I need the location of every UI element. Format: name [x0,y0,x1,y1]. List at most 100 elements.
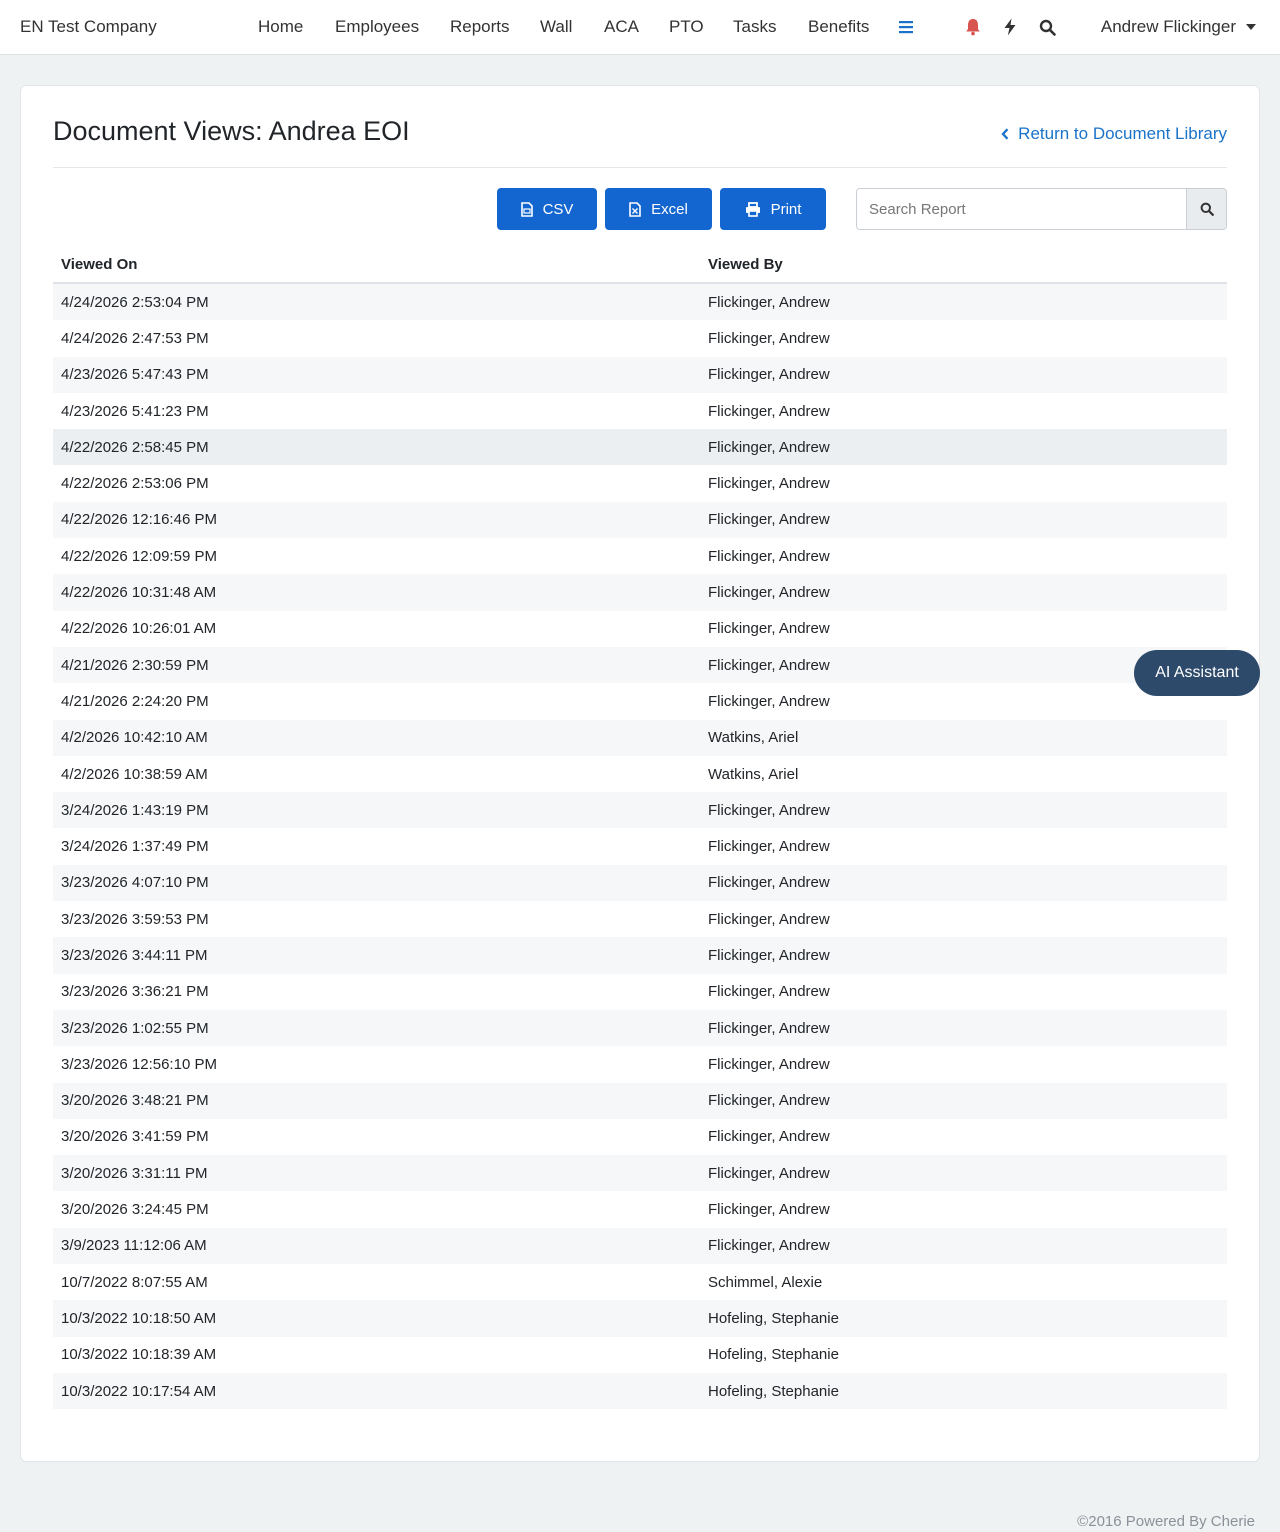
viewed-on-cell: 3/20/2026 3:31:11 PM [61,1164,208,1182]
table-row: 4/22/2026 12:16:46 PM Flickinger, Andrew [53,501,1227,539]
title-divider [53,167,1227,168]
viewed-on-cell: 4/2/2026 10:42:10 AM [61,729,208,747]
viewed-by-cell: Flickinger, Andrew [708,1237,830,1255]
table-row: 3/23/2026 12:56:10 PM Flickinger, Andrew [53,1046,1227,1082]
viewed-on-cell: 4/22/2026 10:26:01 AM [61,620,217,638]
header-viewed-by[interactable]: Viewed By [700,256,1227,273]
viewed-on-cell: 4/23/2026 5:47:43 PM [61,366,209,384]
viewed-on-cell: 3/20/2026 3:41:59 PM [61,1128,209,1146]
table-row: 3/23/2026 4:07:10 PM Flickinger, Andrew [53,864,1227,902]
viewed-on-cell: 3/23/2026 1:02:55 PM [61,1019,209,1037]
nav-benefits[interactable]: Benefits [808,17,869,37]
table-row: 3/20/2026 3:41:59 PM Flickinger, Andrew [53,1119,1227,1155]
file-csv-icon [520,201,533,217]
viewed-by-cell: Flickinger, Andrew [708,438,830,456]
user-menu[interactable]: Andrew Flickinger [1101,17,1256,37]
viewed-by-cell: Flickinger, Andrew [708,620,830,638]
table-row: 10/3/2022 10:17:54 AM Hofeling, Stephanie [53,1372,1227,1410]
table-row: 3/20/2026 3:31:11 PM Flickinger, Andrew [53,1155,1227,1192]
table-row: 3/23/2026 1:02:55 PM Flickinger, Andrew [53,1009,1227,1047]
table-row: 4/24/2026 2:47:53 PM Flickinger, Andrew [53,320,1227,356]
table-row: 10/3/2022 10:18:50 AM Hofeling, Stephanie [53,1300,1227,1337]
table-row: 4/22/2026 10:26:01 AM Flickinger, Andrew [53,611,1227,647]
document-views-table: Viewed On Viewed By 4/24/2026 2:53:04 PM… [53,246,1227,1410]
viewed-by-cell: Flickinger, Andrew [708,475,830,493]
viewed-by-cell: Flickinger, Andrew [708,1128,830,1146]
viewed-on-cell: 3/23/2026 4:07:10 PM [61,874,209,892]
print-icon [745,201,760,217]
search-icon [1200,202,1214,216]
viewed-by-cell: Flickinger, Andrew [708,402,830,420]
table-row: 3/9/2023 11:12:06 AM Flickinger, Andrew [53,1227,1227,1265]
bolt-icon[interactable] [998,15,1022,39]
excel-button[interactable]: Excel [605,188,712,230]
nav-wall[interactable]: Wall [540,17,572,37]
table-row: 3/23/2026 3:36:21 PM Flickinger, Andrew [53,974,1227,1010]
page-title: Document Views: Andrea EOI [53,116,410,146]
viewed-on-cell: 4/21/2026 2:30:59 PM [61,656,209,674]
nav-aca[interactable]: ACA [604,17,639,37]
brand-name[interactable]: EN Test Company [20,17,157,37]
print-button[interactable]: Print [720,188,826,230]
table-row: 10/3/2022 10:18:39 AM Hofeling, Stephanie [53,1337,1227,1373]
table-row: 4/22/2026 2:53:06 PM Flickinger, Andrew [53,465,1227,501]
viewed-by-cell: Flickinger, Andrew [708,329,830,347]
table-row: 10/7/2022 8:07:55 AM Schimmel, Alexie [53,1264,1227,1300]
return-to-library-link[interactable]: Return to Document Library [1001,124,1227,144]
search-report-input[interactable] [857,189,1186,229]
viewed-on-cell: 3/24/2026 1:37:49 PM [61,838,209,856]
viewed-by-cell: Flickinger, Andrew [708,1092,830,1110]
table-row: 4/22/2026 10:31:48 AM Flickinger, Andrew [53,574,1227,611]
nav-home[interactable]: Home [258,17,303,37]
viewed-by-cell: Flickinger, Andrew [708,547,830,565]
viewed-on-cell: 4/24/2026 2:47:53 PM [61,329,209,347]
viewed-on-cell: 3/24/2026 1:43:19 PM [61,801,209,819]
viewed-by-cell: Flickinger, Andrew [708,838,830,856]
viewed-on-cell: 3/23/2026 12:56:10 PM [61,1055,217,1073]
menu-icon[interactable] [894,15,918,39]
viewed-by-cell: Hofeling, Stephanie [708,1382,839,1400]
bell-icon[interactable] [961,15,985,39]
viewed-on-cell: 3/23/2026 3:36:21 PM [61,983,209,1001]
viewed-by-cell: Hofeling, Stephanie [708,1346,839,1364]
viewed-on-cell: 3/23/2026 3:59:53 PM [61,910,209,928]
nav-tasks[interactable]: Tasks [733,17,776,37]
viewed-by-cell: Flickinger, Andrew [708,910,830,928]
viewed-on-cell: 4/22/2026 2:53:06 PM [61,475,209,493]
table-row: 3/24/2026 1:43:19 PM Flickinger, Andrew [53,792,1227,829]
table-row: 4/21/2026 2:30:59 PM Flickinger, Andrew [53,646,1227,684]
table-body: 4/24/2026 2:53:04 PM Flickinger, Andrew 4/… [53,284,1227,1410]
viewed-by-cell: Flickinger, Andrew [708,1019,830,1037]
viewed-on-cell: 3/20/2026 3:48:21 PM [61,1092,209,1110]
viewed-on-cell: 4/23/2026 5:41:23 PM [61,402,209,420]
viewed-by-cell: Watkins, Ariel [708,729,799,747]
table-row: 3/20/2026 3:24:45 PM Flickinger, Andrew [53,1191,1227,1227]
ai-assistant-button[interactable]: AI Assistant [1134,650,1260,696]
viewed-by-cell: Flickinger, Andrew [708,366,830,384]
viewed-on-cell: 3/20/2026 3:24:45 PM [61,1201,209,1219]
viewed-on-cell: 3/9/2023 11:12:06 AM [61,1237,207,1255]
viewed-on-cell: 4/24/2026 2:53:04 PM [61,293,209,311]
search-submit-button[interactable] [1186,189,1226,229]
viewed-by-cell: Flickinger, Andrew [708,946,830,964]
viewed-on-cell: 3/23/2026 3:44:11 PM [61,946,208,964]
table-row: 4/24/2026 2:53:04 PM Flickinger, Andrew [53,284,1227,321]
csv-button[interactable]: CSV [497,188,597,230]
top-navbar: EN Test Company Home Employees Reports W… [0,0,1280,55]
viewed-on-cell: 4/2/2026 10:38:59 AM [61,765,208,783]
nav-pto[interactable]: PTO [669,17,704,37]
header-viewed-on[interactable]: Viewed On [53,256,700,273]
nav-employees[interactable]: Employees [335,17,419,37]
table-row: 4/23/2026 5:41:23 PM Flickinger, Andrew [53,393,1227,429]
caret-down-icon [1246,24,1256,30]
nav-reports[interactable]: Reports [450,17,510,37]
excel-label: Excel [651,200,688,218]
search-icon[interactable] [1035,15,1059,39]
viewed-by-cell: Flickinger, Andrew [708,1164,830,1182]
viewed-by-cell: Watkins, Ariel [708,765,799,783]
footer-text: ©2016 Powered By Cherie [1077,1513,1255,1530]
table-row: 4/2/2026 10:42:10 AM Watkins, Ariel [53,719,1227,756]
viewed-by-cell: Flickinger, Andrew [708,1055,830,1073]
chevron-left-icon [1001,128,1009,140]
viewed-by-cell: Flickinger, Andrew [708,293,830,311]
